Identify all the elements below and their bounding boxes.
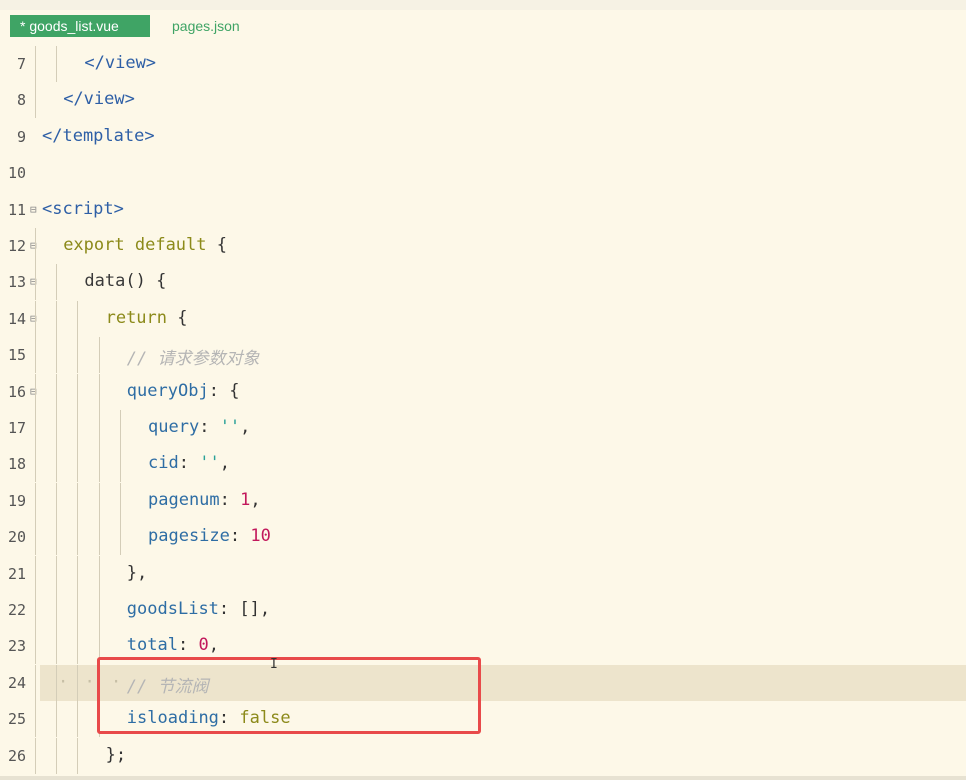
bottom-divider [0, 776, 966, 780]
line-number: 10 [7, 164, 26, 183]
line-number: 26 [7, 746, 26, 765]
line-number: 22 [7, 601, 26, 619]
line-number: 8 [16, 91, 26, 110]
code-text: // 请求参数对象 [126, 349, 260, 370]
code-text: }; [105, 744, 127, 765]
line-number: 16 [7, 382, 26, 401]
code-line[interactable]: 18 cid: '', [0, 446, 966, 483]
code-line[interactable]: 16 ⊟ queryObj: { [0, 373, 966, 410]
line-number: 18 [7, 455, 26, 474]
code-line[interactable]: 12 ⊟ export default { [0, 228, 966, 264]
line-number: 9 [16, 127, 26, 146]
code-line[interactable]: 11 ⊟ <script> [0, 192, 966, 228]
code-text: export default { [63, 235, 228, 255]
code-text: queryObj: { [126, 380, 240, 401]
line-number: 7 [16, 55, 26, 73]
line-number: 11 [7, 200, 26, 219]
line-number: 24 [7, 673, 26, 692]
code-text: </view> [63, 89, 135, 110]
line-number: 20 [7, 528, 26, 547]
line-number: 23 [7, 637, 26, 656]
line-number: 21 [7, 564, 26, 583]
code-line[interactable]: 9 </template> [0, 119, 966, 155]
code-text: data() { [84, 271, 167, 292]
line-number: 25 [7, 710, 26, 729]
code-line[interactable]: 8 </view> [0, 82, 966, 119]
line-number: 13 [7, 273, 26, 292]
tab-goods-list-vue[interactable]: * goods_list.vue [10, 15, 150, 37]
code-text: pagenum: 1, [148, 489, 261, 510]
fold-toggle-icon[interactable]: ⊟ [30, 203, 37, 216]
window-top-strip [0, 0, 966, 10]
code-text: </view> [84, 53, 157, 73]
code-line[interactable]: 19 pagenum: 1, [0, 482, 966, 519]
annotation-highlight-box [97, 657, 481, 734]
text-cursor-icon: I [270, 657, 278, 672]
code-text: return { [105, 307, 188, 328]
code-line[interactable]: 13 ⊟ data() { [0, 264, 966, 301]
code-text: total: 0, [126, 635, 219, 656]
code-text: query: '', [148, 417, 251, 437]
line-number: 17 [7, 419, 26, 437]
code-text: goodsList: [], [126, 599, 271, 619]
code-line[interactable]: 26}; [0, 737, 966, 774]
code-line[interactable]: 17 query: '', [0, 410, 966, 446]
line-number: 19 [7, 491, 26, 510]
line-number: 14 [7, 309, 26, 328]
code-line[interactable]: 14 ⊟ return { [0, 300, 966, 337]
code-line[interactable]: 22 goodsList: [], [0, 592, 966, 628]
code-text: cid: '', [148, 453, 230, 474]
code-line[interactable]: 21}, [0, 555, 966, 592]
code-text: <script> [42, 198, 124, 219]
code-line[interactable]: 10 [0, 155, 966, 191]
code-line[interactable]: 7 </view> [0, 46, 966, 82]
line-number: 12 [7, 237, 26, 255]
line-number: 15 [7, 346, 26, 365]
code-line[interactable]: 20 pagesize: 10 [0, 519, 966, 556]
code-text: pagesize: 10 [148, 526, 271, 547]
code-text: }, [126, 562, 148, 583]
editor-tab-bar: * goods_list.vue pages.json [0, 10, 966, 44]
tab-pages-json[interactable]: pages.json [162, 15, 250, 37]
code-line[interactable]: 15 // 请求参数对象 [0, 337, 966, 374]
code-text: </template> [42, 125, 155, 146]
